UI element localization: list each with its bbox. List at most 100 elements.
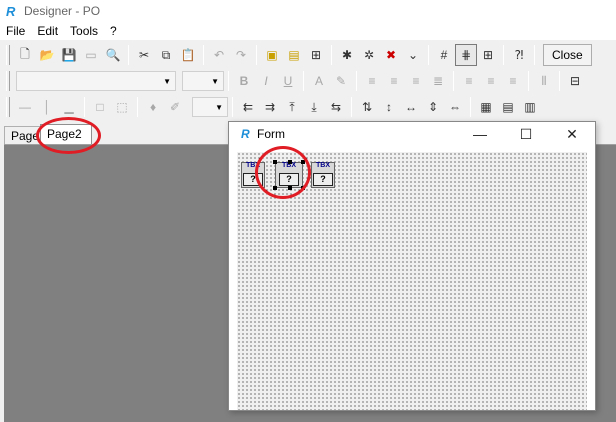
font-size-combo[interactable]: ▼ xyxy=(182,71,224,91)
toolbar-layout: — │ ▁ □ ⬚ ♦ ✐ ▼ ⇇ ⇉ ⤒ ⤓ ⇆ ⇅ ↕ ↔ ⇕ ⇔ ▦ ▤ … xyxy=(0,94,616,120)
align-left-icon[interactable]: ≡ xyxy=(361,70,383,92)
separator xyxy=(428,45,429,65)
cut-icon[interactable]: ✂ xyxy=(133,44,155,66)
snap-grid-icon[interactable]: ⋕ xyxy=(455,44,477,66)
app-logo-icon: R xyxy=(6,3,16,19)
open-icon[interactable]: 📂 xyxy=(36,44,58,66)
chevron-down-icon: ▼ xyxy=(211,76,219,86)
justify-icon[interactable]: ≣ xyxy=(427,70,449,92)
align-right-edges-icon[interactable]: ⇉ xyxy=(259,96,281,118)
copy-icon[interactable]: ⧉ xyxy=(155,44,177,66)
group-icon[interactable]: ⊞ xyxy=(305,44,327,66)
separator xyxy=(331,45,332,65)
valign-bottom-icon[interactable]: ≡ xyxy=(502,70,524,92)
align-center-icon[interactable]: ≡ xyxy=(383,70,405,92)
annotation-circle-tab xyxy=(36,117,101,154)
expand-icon[interactable]: ⌄ xyxy=(402,44,424,66)
align-top-edges-icon[interactable]: ⤒ xyxy=(281,96,303,118)
menu-file[interactable]: File xyxy=(0,22,31,40)
database-icon[interactable]: ▦ xyxy=(475,96,497,118)
toolbar-grip[interactable] xyxy=(6,71,10,91)
paste-icon[interactable]: 📋 xyxy=(177,44,199,66)
save-icon[interactable]: 💾 xyxy=(58,44,80,66)
properties-icon[interactable]: ⊟ xyxy=(564,70,586,92)
menu-edit[interactable]: Edit xyxy=(31,22,64,40)
same-height-icon[interactable]: ↕ xyxy=(378,96,400,118)
separator xyxy=(228,71,229,91)
color-combo[interactable]: ▼ xyxy=(192,97,228,117)
font-combo[interactable]: ▼ xyxy=(16,71,176,91)
db-field-icon[interactable]: ▤ xyxy=(497,96,519,118)
separator xyxy=(453,71,454,91)
separator xyxy=(137,97,138,117)
form-titlebar[interactable]: R Form — ☐ ✕ xyxy=(229,122,595,146)
same-width-icon[interactable]: ↔ xyxy=(400,96,422,118)
hline-icon[interactable]: ▁ xyxy=(58,96,80,118)
separator xyxy=(559,71,560,91)
valign-middle-icon[interactable]: ≡ xyxy=(480,70,502,92)
grid-icon[interactable]: # xyxy=(433,44,455,66)
maximize-icon[interactable]: ☐ xyxy=(503,122,549,146)
field-tag: TBX xyxy=(316,162,330,169)
line-icon[interactable]: — xyxy=(14,96,36,118)
close-button[interactable]: Close xyxy=(543,44,592,66)
new-label-icon[interactable]: ✲ xyxy=(358,44,380,66)
new-field-icon[interactable]: ✱ xyxy=(336,44,358,66)
highlight-icon[interactable]: ✎ xyxy=(330,70,352,92)
fill-icon[interactable]: ♦ xyxy=(142,96,164,118)
window-title: Designer - PO xyxy=(24,4,101,18)
align-right-icon[interactable]: ≡ xyxy=(405,70,427,92)
textbox-field[interactable]: TBX ? xyxy=(311,162,335,188)
redo-icon[interactable]: ↷ xyxy=(230,44,252,66)
toolbar-main: 🗋 📂 💾 ▭ 🔍 ✂ ⧉ 📋 ↶ ↷ ▣ ▤ ⊞ ✱ ✲ ✖ ⌄ # ⋕ ⊞ … xyxy=(0,42,616,68)
align-grid-icon[interactable]: ⊞ xyxy=(477,44,499,66)
align-left-edges-icon[interactable]: ⇇ xyxy=(237,96,259,118)
undo-icon[interactable]: ↶ xyxy=(208,44,230,66)
bold-button[interactable]: B xyxy=(233,70,255,92)
valign-top-icon[interactable]: ≡ xyxy=(458,70,480,92)
separator xyxy=(256,45,257,65)
annotation-circle-field xyxy=(255,146,311,199)
toolbars: 🗋 📂 💾 ▭ 🔍 ✂ ⧉ 📋 ↶ ↷ ▣ ▤ ⊞ ✱ ✲ ✖ ⌄ # ⋕ ⊞ … xyxy=(0,40,616,122)
toolbar-grip[interactable] xyxy=(6,97,10,117)
separator xyxy=(528,71,529,91)
font-color-icon[interactable]: A xyxy=(308,70,330,92)
close-icon[interactable]: ✕ xyxy=(549,122,595,146)
underline-button[interactable]: U xyxy=(277,70,299,92)
separator xyxy=(503,45,504,65)
vline-icon[interactable]: │ xyxy=(36,96,58,118)
form-logo-icon: R xyxy=(241,127,250,141)
italic-button[interactable]: I xyxy=(255,70,277,92)
separator xyxy=(356,71,357,91)
separator xyxy=(534,45,535,65)
separator xyxy=(128,45,129,65)
minimize-icon[interactable]: — xyxy=(457,122,503,146)
dotted-rect-icon[interactable]: ⬚ xyxy=(111,96,133,118)
space-vertical-icon[interactable]: ⇅ xyxy=(356,96,378,118)
new-icon[interactable]: 🗋 xyxy=(14,44,36,66)
menu-tools[interactable]: Tools xyxy=(64,22,104,40)
toolbar-grip[interactable] xyxy=(6,45,10,65)
space-horizontal-icon[interactable]: ⇆ xyxy=(325,96,347,118)
menu-help[interactable]: ? xyxy=(104,22,123,40)
chevron-down-icon: ▼ xyxy=(215,102,223,112)
save-all-icon[interactable]: ▭ xyxy=(80,44,102,66)
text-direction-icon[interactable]: ⫴ xyxy=(533,70,555,92)
print-preview-icon[interactable]: 🔍 xyxy=(102,44,124,66)
rectangle-icon[interactable]: □ xyxy=(89,96,111,118)
separator xyxy=(470,97,471,117)
form-title: Form xyxy=(257,127,285,141)
toolbar-format: ▼ ▼ B I U A ✎ ≡ ≡ ≡ ≣ ≡ ≡ ≡ ⫴ ⊟ xyxy=(0,68,616,94)
center-horizontal-icon[interactable]: ⇔ xyxy=(444,96,466,118)
send-back-icon[interactable]: ▤ xyxy=(283,44,305,66)
separator xyxy=(351,97,352,117)
db-table-icon[interactable]: ▥ xyxy=(519,96,541,118)
help-icon[interactable]: ⁈ xyxy=(508,44,530,66)
delete-icon[interactable]: ✖ xyxy=(380,44,402,66)
separator xyxy=(203,45,204,65)
separator xyxy=(303,71,304,91)
align-bottom-edges-icon[interactable]: ⤓ xyxy=(303,96,325,118)
pen-icon[interactable]: ✐ xyxy=(164,96,186,118)
center-vertical-icon[interactable]: ⇕ xyxy=(422,96,444,118)
bring-front-icon[interactable]: ▣ xyxy=(261,44,283,66)
